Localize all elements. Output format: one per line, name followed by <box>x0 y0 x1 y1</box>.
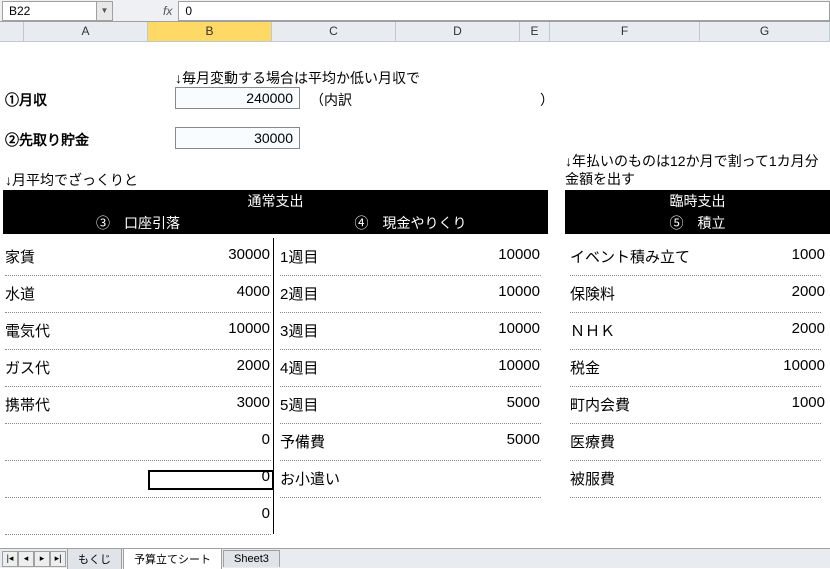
table-cell-label[interactable]: 4週目 <box>280 357 415 378</box>
row-divider <box>280 349 541 350</box>
table-cell-value[interactable]: 2000 <box>760 283 825 300</box>
table-cell-value[interactable]: 30000 <box>150 246 270 263</box>
breakdown-close: ） <box>540 90 554 110</box>
row-divider <box>280 497 541 498</box>
row-divider <box>570 460 821 461</box>
table-cell-value[interactable]: 0 <box>150 431 270 448</box>
column-headers: A B C D E F G <box>0 22 830 42</box>
note-left: ↓月平均でざっくりと <box>5 170 138 190</box>
table-cell-label[interactable]: お小遣い <box>280 468 415 489</box>
table-cell-label[interactable]: 電気代 <box>5 320 145 341</box>
table-cell-label[interactable]: 保険料 <box>570 283 750 304</box>
table-cell-label[interactable]: 3週目 <box>280 320 415 341</box>
tab-nav-first[interactable]: |◂ <box>2 551 18 567</box>
header-debit: ③ 口座引落 <box>3 212 273 234</box>
row-divider <box>5 423 271 424</box>
table-cell-value[interactable]: 5000 <box>420 431 540 448</box>
row-divider <box>5 349 271 350</box>
row-divider <box>5 386 271 387</box>
col-header-a[interactable]: A <box>24 22 148 41</box>
row-divider <box>570 312 821 313</box>
row-divider <box>570 497 821 498</box>
table-cell-value[interactable]: 2000 <box>150 357 270 374</box>
row-divider <box>280 460 541 461</box>
note-income: ↓毎月変動する場合は平均か低い月収で <box>175 68 420 88</box>
header-cash: ④ 現金やりくり <box>273 212 548 234</box>
col-header-f[interactable]: F <box>550 22 700 41</box>
breakdown-open: （内訳 <box>310 90 352 110</box>
table-cell-value[interactable]: 4000 <box>150 283 270 300</box>
row-divider <box>5 312 271 313</box>
row-divider <box>280 275 541 276</box>
table-cell-label[interactable]: 2週目 <box>280 283 415 304</box>
table-cell-value[interactable]: 10000 <box>420 357 540 374</box>
row-divider <box>570 423 821 424</box>
sheet-tab-3[interactable]: Sheet3 <box>223 550 280 567</box>
table-cell-value[interactable]: 10000 <box>420 320 540 337</box>
row-divider <box>280 312 541 313</box>
table-cell-label[interactable]: 携帯代 <box>5 394 145 415</box>
sheet-tab-2[interactable]: 予算立てシート <box>123 548 222 569</box>
table-cell-label[interactable]: 5週目 <box>280 394 415 415</box>
table-cell-value[interactable]: 2000 <box>760 320 825 337</box>
row-divider <box>5 460 271 461</box>
name-box-dropdown[interactable]: ▼ <box>97 1 113 21</box>
tab-nav-prev[interactable]: ◂ <box>18 551 34 567</box>
row-divider <box>5 534 271 535</box>
header-normal-expenses: 通常支出 <box>3 190 548 212</box>
col-header-c[interactable]: C <box>272 22 396 41</box>
row-divider <box>280 386 541 387</box>
row-divider <box>5 497 271 498</box>
table-cell-value[interactable]: 1000 <box>760 394 825 411</box>
formula-input[interactable]: 0 <box>178 1 830 21</box>
col-header-g[interactable]: G <box>700 22 830 41</box>
table-cell-label[interactable]: 町内会費 <box>570 394 750 415</box>
table-cell-label[interactable]: 1週目 <box>280 246 415 267</box>
note-right: ↓年払いのものは12か月で割って1カ月分金額を出す <box>565 152 825 188</box>
header-temp-expenses: 臨時支出 <box>565 190 830 212</box>
label-income: ①月収 <box>5 90 47 110</box>
label-savings: ②先取り貯金 <box>5 130 89 150</box>
col-header-e[interactable]: E <box>520 22 550 41</box>
col-header-b[interactable]: B <box>148 22 272 41</box>
tab-nav-next[interactable]: ▸ <box>34 551 50 567</box>
table-cell-label[interactable]: ガス代 <box>5 357 145 378</box>
spreadsheet-grid[interactable]: ↓毎月変動する場合は平均か低い月収で ①月収 240000 （内訳 ） ②先取り… <box>0 42 830 548</box>
table-cell-label[interactable]: 予備費 <box>280 431 415 452</box>
table-cell-value[interactable]: 0 <box>150 505 270 522</box>
fx-icon[interactable]: fx <box>163 4 172 18</box>
row-divider <box>570 275 821 276</box>
table-cell-label[interactable]: 医療費 <box>570 431 750 452</box>
table-cell-label[interactable]: ＮＨＫ <box>570 320 750 341</box>
name-box[interactable]: B22 <box>2 1 97 21</box>
input-income[interactable]: 240000 <box>175 87 300 109</box>
table-cell-label[interactable]: 被服費 <box>570 468 750 489</box>
sheet-tab-bar: |◂ ◂ ▸ ▸| もくじ 予算立てシート Sheet3 <box>0 548 830 568</box>
table-cell-value[interactable]: 10000 <box>760 357 825 374</box>
sheet-tab-1[interactable]: もくじ <box>67 548 122 569</box>
table-cell-value[interactable]: 3000 <box>150 394 270 411</box>
header-reserve: ⑤ 積立 <box>565 212 830 234</box>
formula-bar: B22 ▼ fx 0 <box>0 0 830 22</box>
col-header-d[interactable]: D <box>396 22 520 41</box>
table-cell-value[interactable]: 10000 <box>150 320 270 337</box>
table-cell-label[interactable]: イベント積み立て <box>570 246 750 267</box>
active-cell[interactable] <box>148 470 274 490</box>
row-divider <box>5 275 271 276</box>
table-cell-label[interactable]: 家賃 <box>5 246 145 267</box>
row-divider <box>280 423 541 424</box>
table-cell-label[interactable]: 税金 <box>570 357 750 378</box>
tab-nav: |◂ ◂ ▸ ▸| <box>2 551 66 567</box>
row-divider <box>570 386 821 387</box>
table-cell-value[interactable]: 5000 <box>420 394 540 411</box>
table-cell-label[interactable]: 水道 <box>5 283 145 304</box>
table-cell-value[interactable]: 10000 <box>420 283 540 300</box>
table-cell-value[interactable]: 1000 <box>760 246 825 263</box>
row-divider <box>570 349 821 350</box>
table-cell-value[interactable]: 10000 <box>420 246 540 263</box>
select-all-corner[interactable] <box>0 22 24 41</box>
tab-nav-last[interactable]: ▸| <box>50 551 66 567</box>
input-savings[interactable]: 30000 <box>175 127 300 149</box>
